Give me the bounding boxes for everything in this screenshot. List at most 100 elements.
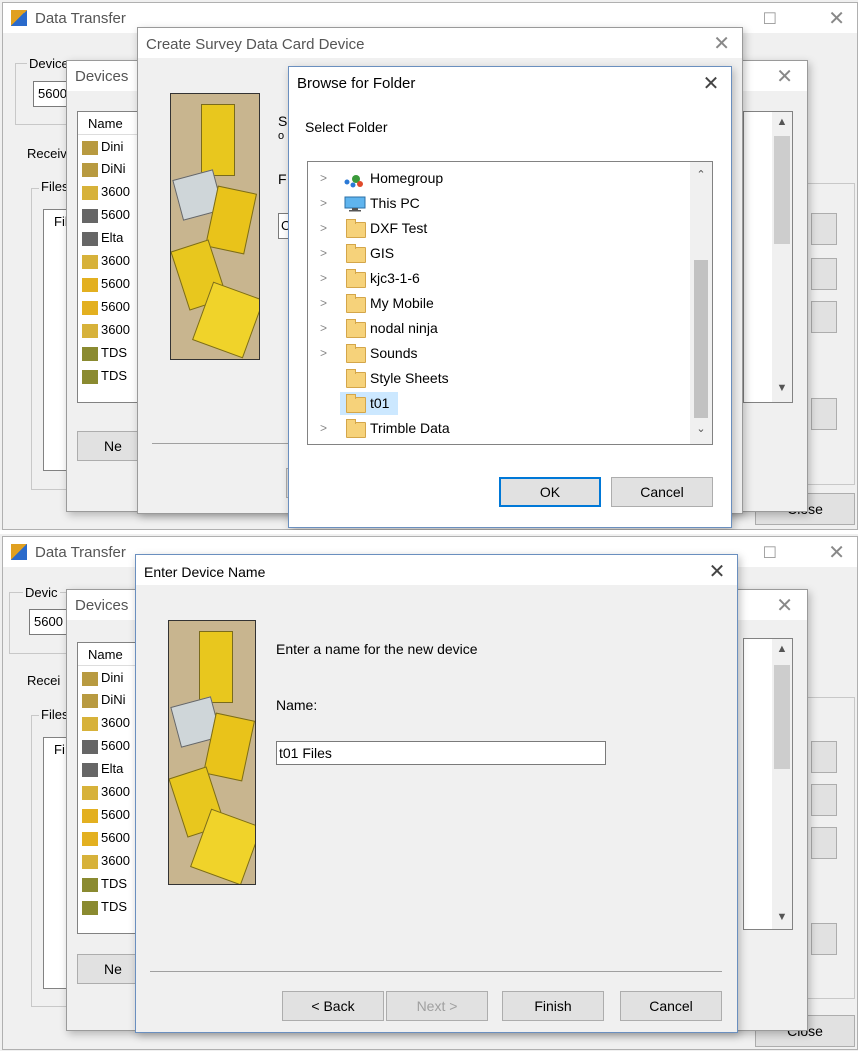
devices-scrollbar[interactable]: ▲ ▼ xyxy=(772,639,792,929)
tree-item-label: Homegroup xyxy=(370,170,444,186)
tree-item-gis[interactable]: > GIS xyxy=(308,241,686,266)
scroll-thumb[interactable] xyxy=(774,665,790,769)
tree-item-this-pc[interactable]: > This PC xyxy=(308,191,686,216)
list-item[interactable]: 3600 xyxy=(82,712,130,734)
list-item[interactable]: 5600 xyxy=(82,827,130,849)
maximize-icon[interactable]: ☐ xyxy=(763,9,777,29)
close-icon[interactable]: ✕ xyxy=(828,6,845,31)
scroll-up-icon[interactable]: ⌃ xyxy=(693,168,709,181)
tree-item-my-mobile[interactable]: > My Mobile xyxy=(308,291,686,316)
list-item[interactable]: TDS xyxy=(82,873,127,895)
list-item[interactable]: 3600 xyxy=(82,850,130,872)
tree-item-kjc3-1-6[interactable]: > kjc3-1-6 xyxy=(308,266,686,291)
expand-chevron-icon[interactable]: > xyxy=(320,191,330,216)
devices-scrollbar[interactable]: ▲ ▼ xyxy=(772,112,792,402)
back-button[interactable]: < Back xyxy=(282,991,384,1021)
list-item[interactable]: Dini xyxy=(82,667,123,689)
expand-chevron-icon[interactable]: > xyxy=(320,241,330,266)
list-item[interactable]: 5600 xyxy=(82,204,130,226)
devices-list[interactable]: Name Dini DiNi 3600 5600 Elta 3600 5600 … xyxy=(77,642,139,934)
instrument-icon xyxy=(82,831,98,846)
device-name-input[interactable] xyxy=(276,741,606,765)
scroll-down-icon[interactable]: ⌄ xyxy=(693,422,709,435)
devices-close-icon[interactable]: ✕ xyxy=(776,64,793,89)
list-item[interactable]: 5600 xyxy=(82,273,130,295)
list-item[interactable]: DiNi xyxy=(82,158,126,180)
card-icon xyxy=(82,231,98,246)
devices-right-list[interactable]: ▲ ▼ xyxy=(743,111,793,403)
side-button-4[interactable] xyxy=(811,398,837,430)
devices-right-list[interactable]: ▲ ▼ xyxy=(743,638,793,930)
side-button-3[interactable] xyxy=(811,301,837,333)
ok-button[interactable]: OK xyxy=(499,477,601,507)
scroll-up-icon[interactable]: ▲ xyxy=(774,116,790,128)
side-button-3[interactable] xyxy=(811,827,837,859)
scroll-up-icon[interactable]: ▲ xyxy=(774,643,790,655)
expand-chevron-icon[interactable]: > xyxy=(320,266,330,291)
scroll-thumb[interactable] xyxy=(694,260,708,418)
scroll-thumb[interactable] xyxy=(774,136,790,244)
list-item[interactable]: 5600 xyxy=(82,296,130,318)
cancel-button[interactable]: Cancel xyxy=(611,477,713,507)
list-item-label: 3600 xyxy=(101,784,130,799)
side-button-4[interactable] xyxy=(811,923,837,955)
list-item[interactable]: TDS xyxy=(82,896,127,918)
tree-item-dxf-test[interactable]: > DXF Test xyxy=(308,216,686,241)
list-item[interactable]: 3600 xyxy=(82,319,130,341)
side-button-1[interactable] xyxy=(811,741,837,773)
expand-chevron-icon[interactable]: > xyxy=(320,291,330,316)
cancel-button[interactable]: Cancel xyxy=(620,991,722,1021)
enter-name-prompt: Enter a name for the new device xyxy=(276,641,478,657)
tree-item-t01-selected[interactable]: t01 xyxy=(308,391,686,416)
survey-instruments-image xyxy=(168,620,256,885)
tree-item-style-sheets[interactable]: Style Sheets xyxy=(308,366,686,391)
tree-item-sounds[interactable]: > Sounds xyxy=(308,341,686,366)
expand-chevron-icon[interactable]: > xyxy=(320,316,330,341)
list-item[interactable]: 5600 xyxy=(82,804,130,826)
list-item[interactable]: DiNi xyxy=(82,689,126,711)
list-item[interactable]: 5600 xyxy=(82,735,130,757)
list-item[interactable]: TDS xyxy=(82,365,127,387)
expand-chevron-icon[interactable]: > xyxy=(320,341,330,366)
maximize-icon[interactable]: ☐ xyxy=(763,543,777,563)
scroll-down-icon[interactable]: ▼ xyxy=(774,382,790,394)
folder-icon xyxy=(346,269,366,288)
browse-close-icon[interactable]: ✕ xyxy=(699,73,723,95)
list-item[interactable]: Elta xyxy=(82,227,123,249)
list-item-label: 3600 xyxy=(101,253,130,268)
list-item[interactable]: 3600 xyxy=(82,781,130,803)
expand-chevron-icon[interactable]: > xyxy=(320,166,330,191)
tree-item-homegroup[interactable]: > Homegroup xyxy=(308,166,686,191)
instrument-icon xyxy=(82,854,98,869)
folder-icon xyxy=(346,419,366,438)
list-item[interactable]: 3600 xyxy=(82,250,130,272)
side-button-2[interactable] xyxy=(811,784,837,816)
list-item[interactable]: 3600 xyxy=(82,181,130,203)
list-item-label: 5600 xyxy=(101,276,130,291)
devices-list[interactable]: Name Dini DiNi 3600 5600 Elta 3600 5600 … xyxy=(77,111,139,403)
devices-close-icon[interactable]: ✕ xyxy=(776,593,793,618)
scroll-down-icon[interactable]: ▼ xyxy=(774,911,790,923)
expand-chevron-icon[interactable]: > xyxy=(320,416,330,441)
finish-button[interactable]: Finish xyxy=(502,991,604,1021)
list-item[interactable]: Elta xyxy=(82,758,123,780)
side-button-1[interactable] xyxy=(811,213,837,245)
list-item[interactable]: TDS xyxy=(82,342,127,364)
instrument-icon xyxy=(82,277,98,292)
instrument-icon xyxy=(82,716,98,731)
expand-chevron-icon[interactable]: > xyxy=(320,216,330,241)
tree-item-nodal-ninja[interactable]: > nodal ninja xyxy=(308,316,686,341)
close-icon[interactable]: ✕ xyxy=(828,540,845,565)
enter-close-icon[interactable]: ✕ xyxy=(705,561,729,583)
tree-scrollbar[interactable]: ⌃ ⌄ xyxy=(690,162,712,444)
side-button-2[interactable] xyxy=(811,258,837,290)
tripod-icon xyxy=(82,369,98,384)
folder-icon xyxy=(346,219,366,238)
list-item[interactable]: Dini xyxy=(82,136,123,158)
window-title: Data Transfer xyxy=(35,10,126,27)
tree-item-trimble-data[interactable]: > Trimble Data xyxy=(308,416,686,441)
name-col-header: Name xyxy=(78,643,138,666)
receive-label: Receiv xyxy=(27,146,67,161)
survey-close-icon[interactable]: ✕ xyxy=(713,31,730,56)
folder-tree[interactable]: > Homegroup > This PC > DXF Test > GIS >… xyxy=(307,161,713,445)
